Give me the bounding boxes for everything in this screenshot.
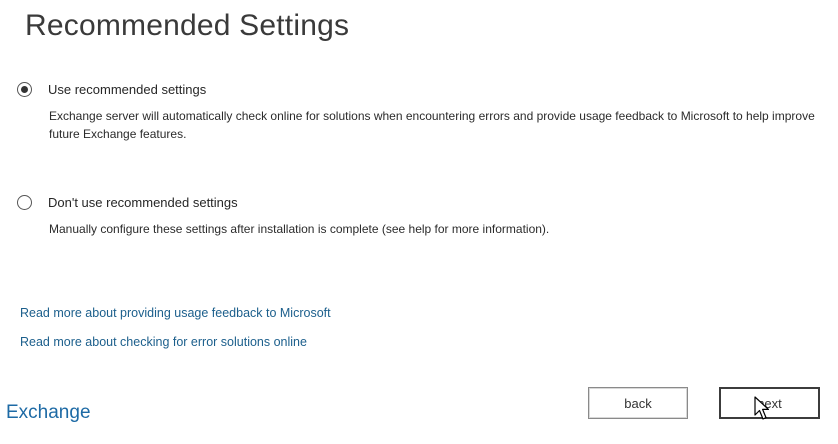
usage-feedback-link[interactable]: Read more about providing usage feedback… <box>20 306 331 320</box>
mouse-pointer-icon <box>754 396 770 420</box>
error-solutions-link[interactable]: Read more about checking for error solut… <box>20 335 307 349</box>
dont-use-recommended-description: Manually configure these settings after … <box>49 222 550 236</box>
page-title: Recommended Settings <box>25 9 350 42</box>
use-recommended-description: Exchange server will automatically check… <box>49 109 815 141</box>
option-use-recommended: Use recommended settings Exchange server… <box>17 80 832 143</box>
dont-use-recommended-radio[interactable] <box>17 194 32 210</box>
option-use-recommended-row[interactable]: Use recommended settings <box>17 80 832 98</box>
back-button[interactable]: back <box>588 387 688 419</box>
radio-selected-dot <box>21 85 28 93</box>
use-recommended-label[interactable]: Use recommended settings <box>48 82 206 97</box>
use-recommended-radio[interactable] <box>17 81 32 97</box>
exchange-brand: Exchange <box>6 402 91 423</box>
option-dont-use-recommended: Don't use recommended settings Manually … <box>17 193 832 238</box>
option-dont-use-recommended-row[interactable]: Don't use recommended settings <box>17 193 832 211</box>
dont-use-recommended-label[interactable]: Don't use recommended settings <box>48 195 238 210</box>
